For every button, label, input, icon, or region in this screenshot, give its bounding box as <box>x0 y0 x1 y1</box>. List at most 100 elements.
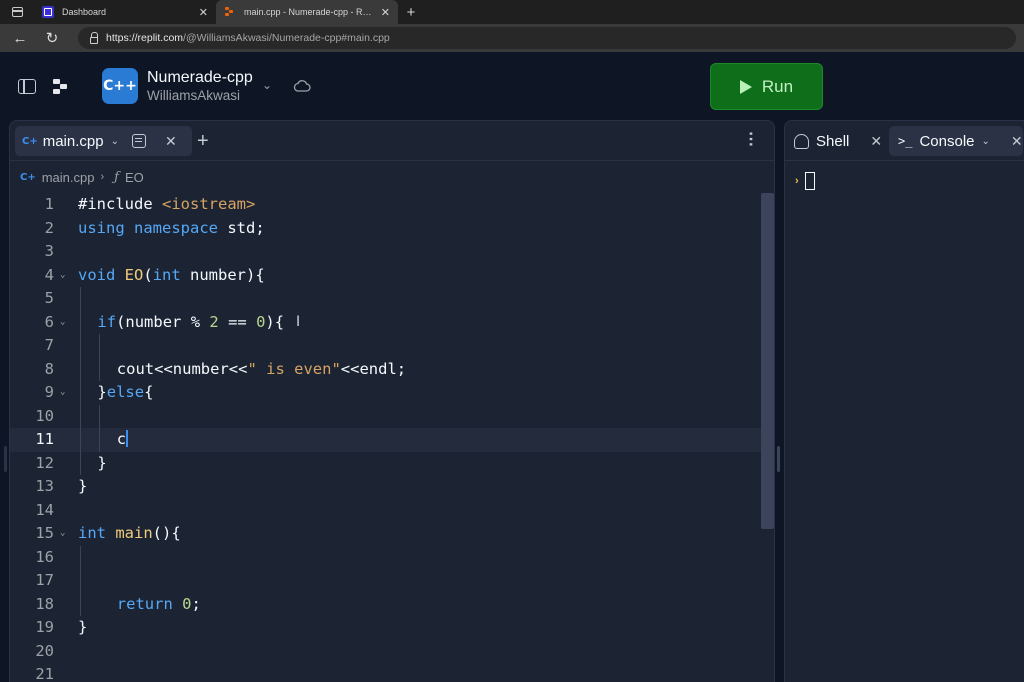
browser-tab-strip: Dashboard ✕ main.cpp - Numerade-cpp - Re… <box>0 0 1024 24</box>
line-number: 12 <box>35 453 54 472</box>
close-icon[interactable]: ✕ <box>1011 133 1023 150</box>
code-line[interactable]: 20 <box>10 640 762 664</box>
indent-guide <box>80 451 81 475</box>
chevron-down-icon[interactable]: ⌄ <box>262 78 272 92</box>
file-history-icon[interactable] <box>131 134 146 148</box>
editor-tab-bar: C+ main.cpp ⌄ ✕ + ⋯ <box>10 121 774 161</box>
cloud-icon[interactable] <box>293 80 311 92</box>
add-tab-button[interactable]: + <box>197 130 209 153</box>
code-line[interactable]: 11 c <box>10 428 762 452</box>
code-line[interactable]: 4 ⌄ void EO(int number){ <box>10 264 762 288</box>
fold-chevron-icon[interactable]: ⌄ <box>60 264 65 288</box>
tab-shell[interactable]: Shell ✕ <box>785 126 885 156</box>
code-line[interactable]: 6 ⌄ if(number % 2 == 0){I <box>10 310 762 335</box>
chevron-right-icon: › <box>100 171 105 183</box>
code-line[interactable]: 2 using namespace std; <box>10 217 762 241</box>
breadcrumb: C+ main.cpp › ƒ EO <box>20 167 144 187</box>
address-bar: ← ↻ https://replit.com/@WilliamsAkwasi/N… <box>0 24 1024 52</box>
cpp-file-icon: C+ <box>20 171 36 183</box>
browser-tab-title: Dashboard <box>62 7 107 17</box>
console-prompt[interactable]: › <box>795 172 815 190</box>
line-number: 7 <box>44 336 54 354</box>
code-line[interactable]: 19} <box>10 616 762 640</box>
line-number: 5 <box>44 289 54 307</box>
tools-pane: Shell ✕ >_ Console ⌄ ✕ › <box>784 120 1024 682</box>
code-area[interactable]: 1 #include <iostream> 2 using namespace std… <box>10 193 762 682</box>
line-number: 21 <box>35 665 54 682</box>
code-line[interactable]: 9 ⌄}else{ <box>10 381 762 405</box>
more-options-icon[interactable]: ⋯ <box>741 131 760 144</box>
url-field[interactable]: https://replit.com/@WilliamsAkwasi/Numer… <box>78 27 1016 49</box>
line-number: 19 <box>35 618 54 636</box>
line-number: 11 <box>35 430 54 448</box>
code-text: } <box>78 477 88 495</box>
new-tab-button[interactable]: + <box>398 0 424 24</box>
chevron-down-icon[interactable]: ⌄ <box>111 136 119 147</box>
close-icon[interactable]: ✕ <box>165 133 177 150</box>
close-icon[interactable]: ✕ <box>870 133 882 150</box>
code-line[interactable]: 7 <box>10 334 762 358</box>
line-number: 4 <box>44 265 54 284</box>
line-number: 16 <box>35 547 54 566</box>
code-text: void EO(int number){ <box>78 265 265 284</box>
browser-tab-dashboard[interactable]: Dashboard ✕ <box>34 0 216 24</box>
code-text: } <box>97 453 107 472</box>
breadcrumb-file[interactable]: main.cpp <box>42 170 95 185</box>
tab-label: Shell <box>816 132 850 150</box>
fold-chevron-icon[interactable]: ⌄ <box>60 522 65 546</box>
url-path: /@WilliamsAkwasi/Numerade-cpp#main.cpp <box>183 32 390 44</box>
code-text: using namespace std; <box>78 218 265 237</box>
line-number: 2 <box>44 218 54 237</box>
app-header: C++ Numerade-cpp WilliamsAkwasi ⌄ Run <box>0 52 1024 120</box>
browser-tab-replit[interactable]: main.cpp - Numerade-cpp - Replit ✕ <box>216 0 398 24</box>
close-tab-icon[interactable]: ✕ <box>199 6 208 19</box>
shell-icon <box>794 133 809 149</box>
sidebar-toggle-icon[interactable] <box>18 79 36 94</box>
code-line[interactable]: 15 ⌄ int main(){ <box>10 522 762 546</box>
replit-logo-icon[interactable] <box>53 79 69 95</box>
tab-console[interactable]: >_ Console ⌄ ✕ <box>889 126 1023 156</box>
code-line[interactable]: 12} <box>10 451 762 475</box>
tab-main-cpp[interactable]: C+ main.cpp ⌄ ✕ <box>15 126 192 156</box>
line-number: 15 <box>35 524 54 542</box>
back-button[interactable]: ← <box>4 30 36 47</box>
line-number: 1 <box>44 195 54 213</box>
code-line[interactable]: 5 <box>10 287 762 311</box>
code-text: if(number % 2 == 0){ <box>97 312 285 331</box>
fold-chevron-icon[interactable]: ⌄ <box>60 381 65 405</box>
pane-resize-handle[interactable] <box>777 446 780 472</box>
indent-guide <box>99 428 100 452</box>
tab-actions-button[interactable] <box>0 0 34 24</box>
code-line[interactable]: 18 return 0; <box>10 592 762 616</box>
pane-resize-handle-left[interactable] <box>4 446 7 472</box>
run-button[interactable]: Run <box>710 63 823 110</box>
line-number: 10 <box>35 406 54 425</box>
reload-button[interactable]: ↻ <box>36 29 68 47</box>
close-tab-icon[interactable]: ✕ <box>381 6 390 19</box>
code-line[interactable]: 1 #include <iostream> <box>10 193 762 217</box>
indent-guide <box>80 428 81 452</box>
indent-guide <box>80 592 81 616</box>
code-line[interactable]: 17 <box>10 569 762 593</box>
line-number: 6 <box>44 312 54 331</box>
code-line[interactable]: 3 <box>10 240 762 264</box>
code-line[interactable]: 8 cout<<number<<" is even"<<endl; <box>10 357 762 381</box>
code-text: } <box>78 618 88 636</box>
code-line[interactable]: 21 <box>10 663 762 682</box>
fold-chevron-icon[interactable]: ⌄ <box>60 311 65 335</box>
project-language-icon[interactable]: C++ <box>102 68 138 104</box>
line-number: 14 <box>35 500 54 519</box>
code-line[interactable]: 10 <box>10 404 762 428</box>
editor-scrollbar[interactable] <box>761 193 774 529</box>
project-name[interactable]: Numerade-cpp <box>147 69 253 87</box>
code-line[interactable]: 14 <box>10 499 762 523</box>
code-line[interactable]: 13} <box>10 475 762 499</box>
tools-tab-bar: Shell ✕ >_ Console ⌄ ✕ <box>785 121 1024 161</box>
code-line[interactable]: 16 <box>10 545 762 569</box>
chevron-down-icon[interactable]: ⌄ <box>982 136 990 147</box>
breadcrumb-symbol[interactable]: EO <box>125 170 144 185</box>
lock-icon <box>90 31 98 44</box>
cpp-file-icon: C+ <box>22 135 38 147</box>
project-owner[interactable]: WilliamsAkwasi <box>147 88 240 103</box>
browser-tab-title: main.cpp - Numerade-cpp - Replit <box>244 7 373 17</box>
